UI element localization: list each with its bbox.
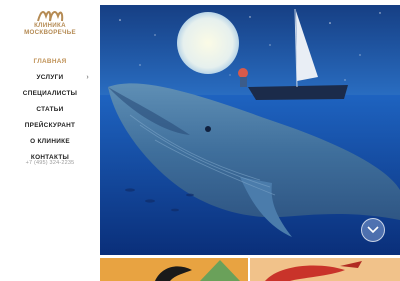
logo-text-line1: КЛИНИКА [34,22,66,29]
nav-item-services-label: УСЛУГИ [36,74,64,81]
whale-illustration [100,5,400,255]
logo-text-line2: МОСКВОРЕЧЬЕ [24,29,76,36]
nav-item-pricelist[interactable]: ПРЕЙСКУРАНТ [0,118,100,134]
phone-number[interactable]: +7 (495) 324-2235 [0,160,100,166]
nav-item-articles[interactable]: СТАТЬИ [0,102,100,118]
logo-mark-icon [37,11,64,22]
hero-image [100,5,400,255]
chevron-down-icon [367,226,379,234]
gallery-preview-strip [100,258,400,281]
scroll-down-button[interactable] [361,218,385,242]
nav-item-about[interactable]: О КЛИНИКЕ [0,134,100,150]
sidebar: КЛИНИКА МОСКВОРЕЧЬЕ ГЛАВНАЯ УСЛУГИ › СПЕ… [0,0,100,281]
chevron-right-icon: › [86,74,89,81]
nav-item-specialists[interactable]: СПЕЦИАЛИСТЫ [0,86,100,102]
gallery-preview-images [100,258,400,281]
main-navigation: ГЛАВНАЯ УСЛУГИ › СПЕЦИАЛИСТЫ СТАТЬИ ПРЕЙ… [0,54,100,166]
nav-item-home[interactable]: ГЛАВНАЯ [0,54,100,70]
clinic-logo[interactable]: КЛИНИКА МОСКВОРЕЧЬЕ [22,8,78,36]
nav-item-services[interactable]: УСЛУГИ › [0,70,100,86]
